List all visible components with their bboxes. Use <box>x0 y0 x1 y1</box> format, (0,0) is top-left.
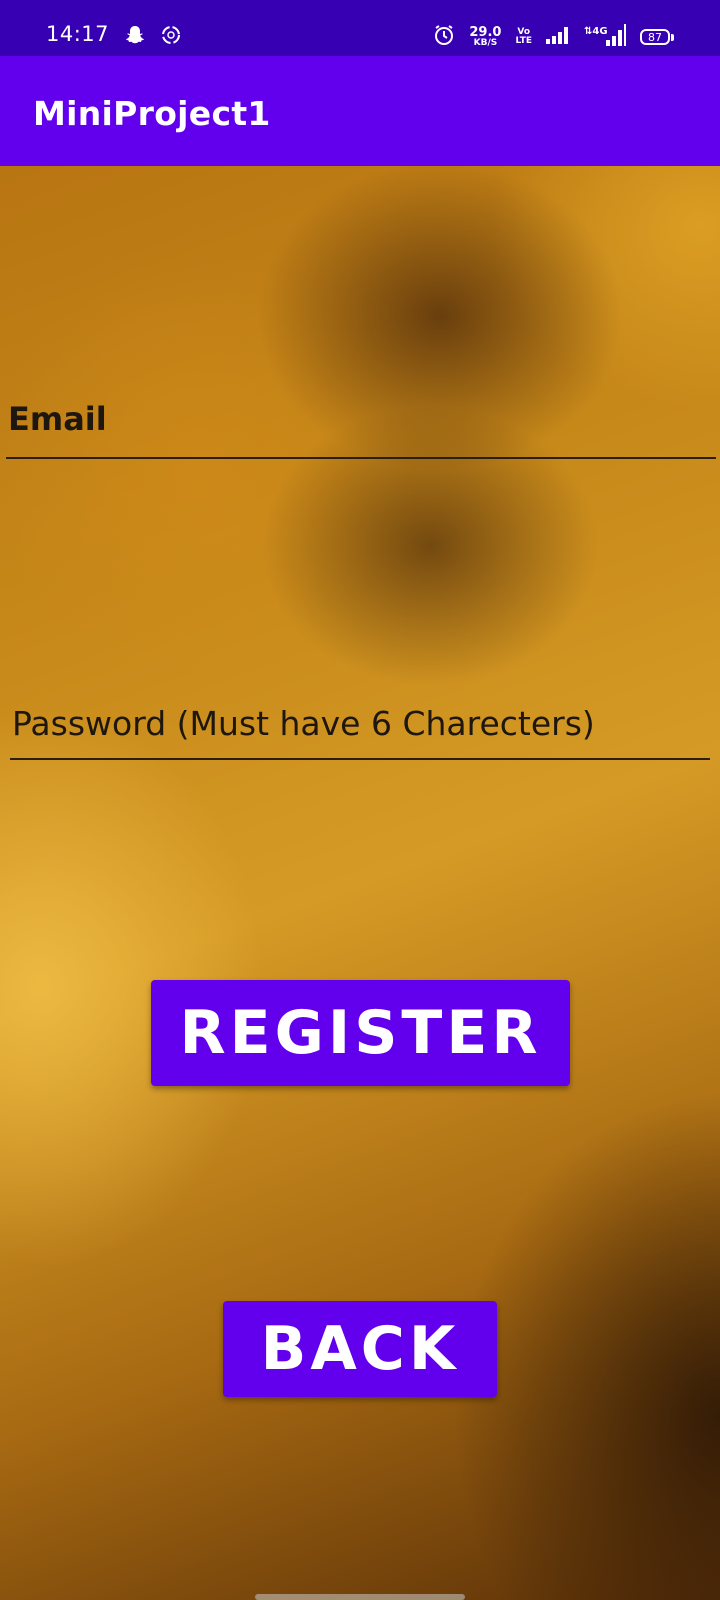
status-right-group: 29.0 KB/S Vo LTE ⇅4G 87 <box>433 23 674 51</box>
svg-text:⇅4G: ⇅4G <box>584 26 608 37</box>
signal-4g-icon: ⇅4G <box>584 23 626 51</box>
alarm-icon <box>433 24 455 51</box>
volte-indicator: Vo LTE <box>515 28 532 46</box>
app-title: MiniProject1 <box>33 94 271 133</box>
net-speed-unit: KB/S <box>473 38 498 48</box>
password-field[interactable]: Password (Must have 6 Charecters) <box>10 690 710 760</box>
register-button[interactable]: REGISTER <box>151 980 570 1086</box>
battery-icon: 87 <box>640 29 674 45</box>
email-input-text[interactable]: Email <box>8 400 107 438</box>
sync-icon <box>160 24 182 46</box>
volte-bottom: LTE <box>515 36 532 46</box>
app-bar: MiniProject1 <box>0 56 720 166</box>
password-placeholder[interactable]: Password (Must have 6 Charecters) <box>12 704 595 743</box>
snapchat-icon <box>124 24 146 46</box>
battery-level: 87 <box>648 30 662 44</box>
net-speed: 29.0 KB/S <box>469 26 501 48</box>
screen: 14:17 29.0 KB/S Vo LTE ⇅4G 87 MiniProjec… <box>0 0 720 1600</box>
status-bar: 14:17 29.0 KB/S Vo LTE ⇅4G 87 <box>0 0 720 56</box>
gesture-nav-bar[interactable] <box>255 1594 465 1600</box>
email-field[interactable]: Email <box>6 390 716 460</box>
signal-icon <box>546 26 570 49</box>
back-button[interactable]: BACK <box>223 1301 497 1397</box>
status-time: 14:17 <box>46 22 110 46</box>
password-underline <box>10 758 710 760</box>
email-underline <box>6 457 716 459</box>
